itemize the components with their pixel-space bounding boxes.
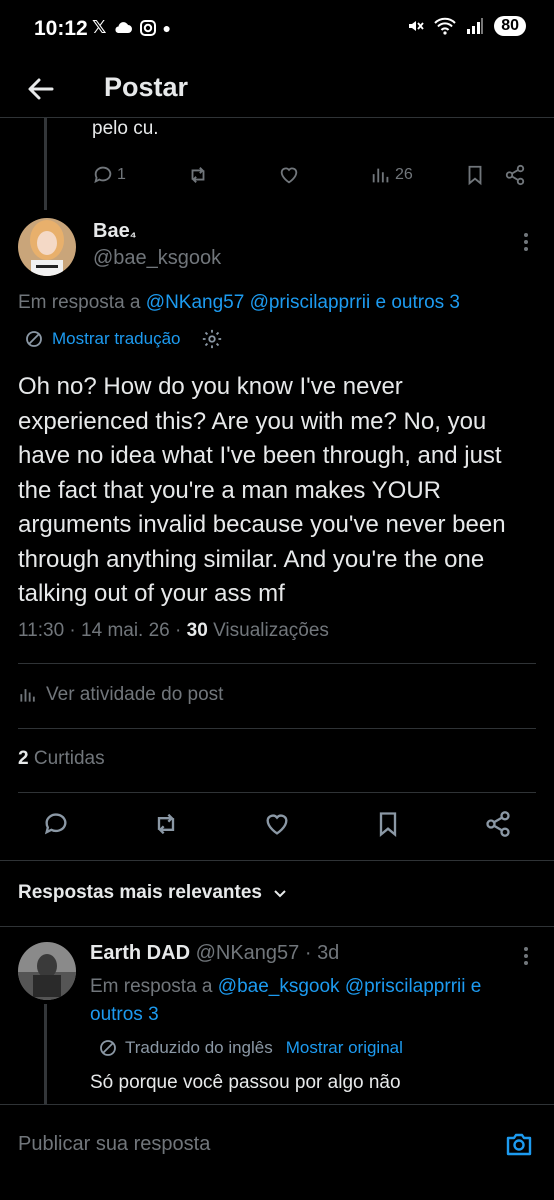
name-suffix: ₄ — [129, 224, 137, 240]
reply-context: Em resposta a @bae_ksgook @priscilapprri… — [90, 973, 540, 1029]
repost-icon — [191, 167, 205, 183]
post-time: 11:30 — [18, 620, 65, 641]
author-handle[interactable]: @bae_ksgook — [93, 247, 221, 270]
status-bar: 10:12 𝕏 ● 80 — [0, 0, 554, 60]
mute-icon — [409, 21, 424, 31]
likes-label: Curtidas — [33, 748, 105, 769]
show-original-link[interactable]: Mostrar original — [286, 1038, 403, 1058]
post-meta: 11:30 · 14 mai. 26 · 30 Visualizações — [18, 620, 329, 641]
back-arrow-icon[interactable] — [24, 72, 58, 106]
likes-count: 2 — [18, 748, 29, 769]
divider — [18, 728, 536, 729]
reply-to-links[interactable]: @bae_ksgook @priscilapprrii e — [218, 976, 482, 997]
page-header: Postar — [0, 60, 554, 118]
status-time: 10:12 — [34, 17, 88, 40]
views-count: 26 — [395, 166, 413, 183]
reply-text: Só porque você passou por algo não — [90, 1072, 401, 1093]
likes-summary[interactable]: 2 Curtidas — [18, 748, 105, 770]
more-options-icon[interactable] — [516, 944, 536, 968]
instagram-icon — [139, 19, 156, 36]
more-options-icon[interactable] — [516, 230, 536, 254]
show-translation-link[interactable]: Mostrar tradução — [52, 329, 181, 349]
signal-icon — [467, 18, 484, 34]
thread-line — [44, 1004, 47, 1104]
avatar[interactable] — [18, 218, 76, 276]
reply-icon — [94, 166, 112, 184]
views-button[interactable]: 26 — [370, 164, 413, 186]
divider — [0, 926, 554, 927]
reply-to-others[interactable]: outros 3 — [90, 1001, 540, 1029]
page-title: Postar — [104, 72, 189, 102]
share-button[interactable] — [504, 164, 526, 186]
reply-icon[interactable] — [42, 810, 70, 838]
sort-label: Respostas mais relevantes — [18, 882, 262, 903]
reply-to-links[interactable]: @NKang57 @priscilapprrii e outros 3 — [146, 292, 460, 313]
avatar[interactable] — [18, 942, 76, 1000]
reply-context: Em resposta a @NKang57 @priscilapprrii e… — [18, 292, 460, 314]
translate-icon — [26, 331, 42, 347]
post-text: Oh no? How do you know I've never experi… — [18, 373, 506, 607]
repost-icon[interactable] — [150, 810, 182, 838]
divider — [18, 663, 536, 664]
reply-prefix: Em resposta a — [90, 976, 213, 997]
bookmark-icon[interactable] — [374, 810, 402, 838]
reply-author-handle[interactable]: @NKang57 — [196, 942, 300, 964]
heart-icon — [280, 167, 298, 184]
status-right-icons: 80 — [406, 16, 526, 36]
x-app-icon: 𝕏 — [92, 17, 107, 37]
views-label: Visualizações — [213, 620, 329, 641]
views-icon — [20, 689, 35, 702]
gear-icon[interactable] — [201, 328, 223, 350]
reply-count: 1 — [117, 166, 126, 183]
thread-line — [44, 118, 47, 210]
views-icon — [372, 168, 389, 183]
activity-label: Ver atividade do post — [46, 684, 224, 705]
translated-row: Traduzido do inglês Mostrar original — [98, 1038, 403, 1058]
author-name[interactable]: Bae₄ — [93, 220, 136, 243]
bookmark-button[interactable] — [464, 164, 486, 186]
status-notification-icons: 𝕏 ● — [92, 17, 171, 38]
post-date: 14 mai. 26 — [81, 620, 170, 641]
translated-label: Traduzido do inglês — [125, 1038, 273, 1057]
previous-post-text: pelo cu. — [92, 118, 159, 139]
translate-row: Mostrar tradução — [24, 328, 223, 350]
translate-icon — [100, 1040, 116, 1056]
reply-prefix: Em resposta a — [18, 292, 141, 313]
wifi-icon — [434, 17, 456, 35]
reply-input[interactable]: Publicar sua resposta — [18, 1133, 210, 1156]
reply-header: Earth DAD @NKang57 · 3d — [90, 942, 340, 964]
replies-sort-dropdown[interactable]: Respostas mais relevantes — [18, 882, 288, 904]
battery-indicator: 80 — [494, 16, 526, 36]
reply-age: 3d — [317, 942, 340, 964]
divider — [0, 860, 554, 861]
cloud-icon — [114, 21, 132, 33]
reply-author-name[interactable]: Earth DAD — [90, 942, 190, 964]
reply-button[interactable]: 1 — [92, 164, 126, 186]
heart-icon[interactable] — [262, 810, 292, 838]
dot-icon: ● — [162, 19, 171, 36]
repost-button[interactable] — [186, 164, 210, 186]
divider — [18, 792, 536, 793]
chevron-down-icon — [274, 890, 286, 898]
views-count: 30 — [186, 620, 208, 641]
camera-icon[interactable] — [504, 1129, 534, 1159]
post-activity-link[interactable]: Ver atividade do post — [18, 684, 223, 706]
share-icon — [505, 164, 525, 186]
reply-composer: Publicar sua resposta — [0, 1104, 554, 1200]
share-icon[interactable] — [484, 810, 512, 838]
like-button[interactable] — [278, 164, 300, 186]
bookmark-icon — [468, 165, 482, 186]
